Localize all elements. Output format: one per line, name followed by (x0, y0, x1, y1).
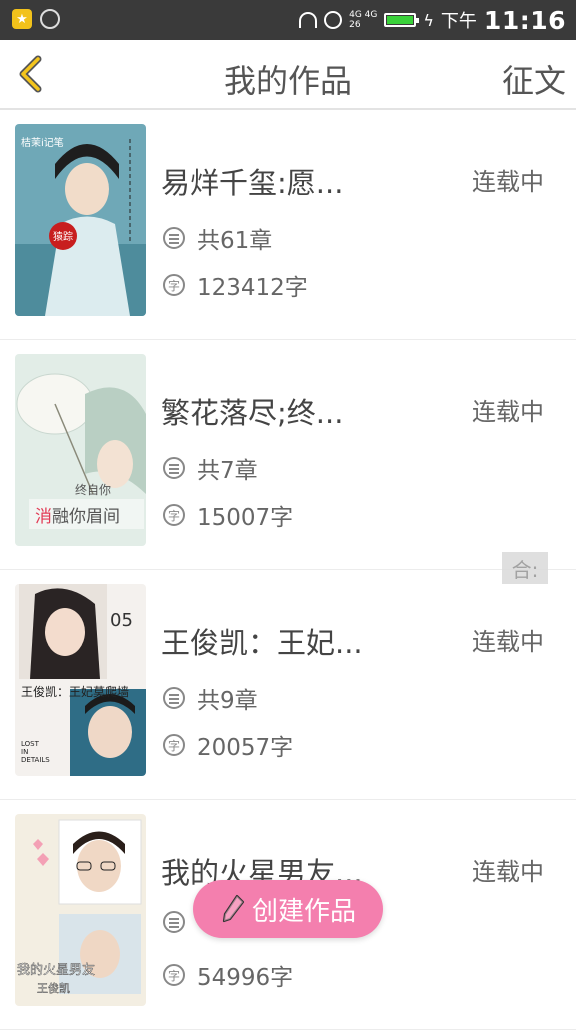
word-count: 字 54996字 (163, 958, 293, 992)
work-title: 繁花落尽;终... (161, 396, 344, 430)
star-notification-icon: ★ (12, 9, 32, 29)
book-cover: 05 王俊凯：王妃莫爬墙 LOST IN DETAILS (15, 584, 146, 776)
list-icon (163, 911, 185, 933)
svg-text:王俊凯: 王俊凯 (37, 981, 70, 995)
word-icon: 字 (163, 274, 185, 296)
notification-icons: ★ (12, 9, 60, 29)
book-cover: 猿踪 桔茉i记笔 (15, 124, 146, 316)
word-count: 字 20057字 (163, 728, 293, 762)
back-button[interactable] (12, 54, 52, 94)
book-cover: 我的火星男友 王俊凯 (15, 814, 146, 1006)
chapter-count: 共9章 (163, 681, 258, 715)
alarm-icon (324, 11, 343, 29)
book-cover: 消 融你眉间 终自你 (15, 354, 146, 546)
list-icon (163, 227, 185, 249)
contest-button[interactable]: 征文 (502, 56, 566, 102)
word-icon: 字 (163, 734, 185, 756)
word-count: 字 123412字 (163, 268, 308, 302)
chapter-count: 共61章 (163, 221, 272, 255)
svg-text:DETAILS: DETAILS (21, 756, 50, 764)
work-status: 连载中 (472, 168, 544, 196)
chapter-count-label: 共61章 (197, 228, 273, 254)
clock-time: 11:16 (483, 5, 566, 35)
word-count-label: 15007字 (197, 505, 294, 531)
word-count-label: 123412字 (197, 275, 308, 301)
chapter-count-label: 共9章 (197, 688, 258, 714)
svg-text:05: 05 (110, 610, 133, 631)
pencil-icon (222, 894, 245, 923)
network-label-2: 26 (349, 20, 361, 30)
work-status: 连载中 (472, 628, 544, 656)
word-count-label: 20057字 (197, 735, 294, 761)
status-right: 4G 4G 26 ϟ 下午 11:16 (299, 2, 566, 38)
network-label: 4G 4G (349, 10, 378, 20)
battery-icon (384, 13, 420, 27)
chapter-count: 共7章 (163, 451, 258, 485)
work-item[interactable]: 05 王俊凯：王妃莫爬墙 LOST IN DETAILS 王俊凯：王妃... 连… (0, 570, 576, 800)
ampm-label: 下午 (440, 11, 477, 32)
network-indicator: 4G 4G 26 (349, 10, 377, 30)
svg-text:终自你: 终自你 (75, 482, 111, 497)
status-bar: ★ 4G 4G 26 ϟ 下午 11:16 (0, 0, 576, 40)
word-count: 字 15007字 (163, 498, 293, 532)
create-work-label: 创建作品 (251, 896, 356, 927)
page-title: 我的作品 (223, 62, 352, 100)
chapter-count-label: 共7章 (197, 458, 258, 484)
chevron-left-icon (19, 55, 42, 93)
svg-text:王俊凯：王妃莫爬墙: 王俊凯：王妃莫爬墙 (21, 684, 129, 699)
chapter-count (163, 911, 185, 933)
svg-text:桔茉i记笔: 桔茉i记笔 (21, 136, 64, 149)
create-work-button[interactable]: 创建作品 (193, 880, 383, 938)
sync-notification-icon (40, 9, 60, 29)
list-icon (163, 687, 185, 709)
svg-text:猿踪: 猿踪 (53, 230, 73, 243)
work-status: 连载中 (472, 398, 544, 426)
svg-text:IN: IN (21, 748, 28, 756)
charging-icon: ϟ (423, 10, 434, 30)
work-item[interactable]: 消 融你眉间 终自你 繁花落尽;终... 连载中 共7章 字 15007字 (0, 340, 576, 570)
work-title: 易烊千玺:愿... (161, 166, 344, 200)
word-icon: 字 (163, 964, 185, 986)
word-count-label: 54996字 (197, 965, 294, 991)
svg-text:消: 消 (35, 507, 52, 527)
svg-text:融你眉间: 融你眉间 (52, 507, 120, 527)
work-title: 王俊凯：王妃... (161, 626, 363, 660)
work-status: 连载中 (472, 858, 544, 886)
work-item[interactable]: 猿踪 桔茉i记笔 易烊千玺:愿... 连载中 共61章 字 123412字 (0, 110, 576, 340)
svg-text:LOST: LOST (21, 740, 40, 748)
headset-icon (299, 12, 318, 28)
word-icon: 字 (163, 504, 185, 526)
side-tag[interactable]: 合: (502, 552, 548, 584)
svg-text:我的火星男友: 我的火星男友 (17, 962, 95, 978)
list-icon (163, 457, 185, 479)
app-header: 我的作品 征文 (0, 40, 576, 110)
